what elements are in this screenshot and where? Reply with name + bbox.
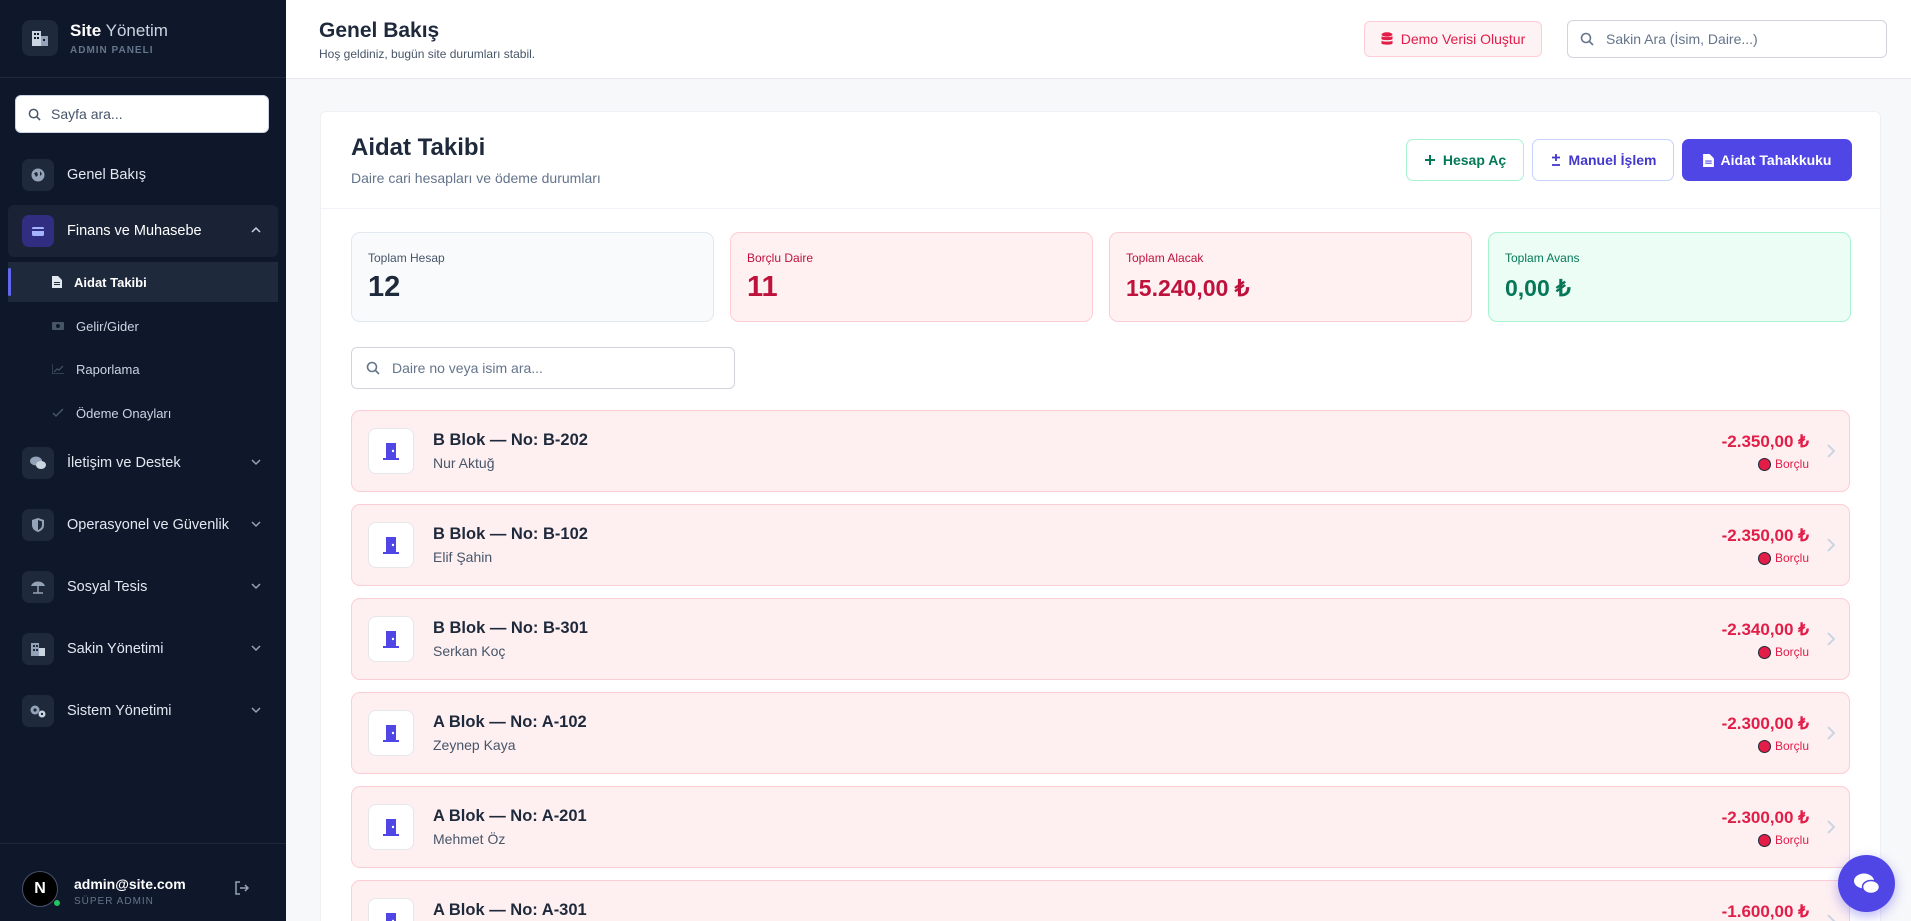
document-icon [1702, 153, 1714, 167]
check-icon [52, 408, 64, 418]
door-icon [368, 898, 414, 921]
user-role: SÜPER ADMIN [74, 896, 154, 907]
stat-total-advance: Toplam Avans 0,00 ₺ [1488, 232, 1851, 322]
brand[interactable]: Site Yönetim ADMIN PANELI [22, 20, 168, 56]
chevron-right-icon [1827, 820, 1836, 834]
resident-search [1567, 20, 1887, 58]
chat-button[interactable] [1838, 855, 1895, 912]
chevron-down-icon [251, 645, 261, 652]
door-icon [368, 804, 414, 850]
stat-total-receivable: Toplam Alacak 15.240,00 ₺ [1109, 232, 1472, 322]
resident-search-input[interactable] [1606, 31, 1876, 47]
door-icon [368, 428, 414, 474]
status-badge: Borçlu [1757, 645, 1809, 659]
sidebar: Site Yönetim ADMIN PANELI Genel Bakış Fi… [0, 0, 286, 921]
shield-icon [22, 509, 54, 541]
brand-subtitle: ADMIN PANELI [70, 44, 154, 56]
user-box: N admin@site.com SÜPER ADMIN [0, 843, 286, 921]
unit-search [351, 347, 735, 389]
chevron-right-icon [1827, 632, 1836, 646]
page-subtitle: Daire cari hesapları ve ödeme durumları [351, 170, 601, 186]
chevron-right-icon [1827, 914, 1836, 921]
sidebar-item-social-facility[interactable]: Sosyal Tesis [8, 561, 278, 613]
status-badge: Borçlu [1757, 551, 1809, 565]
building-icon [22, 633, 54, 665]
stat-total-accounts: Toplam Hesap 12 [351, 232, 714, 322]
sidebar-subitem-dues[interactable]: Aidat Takibi [8, 262, 278, 302]
globe-icon [22, 159, 54, 191]
status-badge: Borçlu [1757, 739, 1809, 753]
sidebar-item-overview[interactable]: Genel Bakış [8, 149, 278, 201]
chevron-right-icon [1827, 444, 1836, 458]
sidebar-item-system[interactable]: Sistem Yönetimi [8, 685, 278, 737]
plus-minus-icon [1551, 154, 1560, 166]
gears-icon [22, 695, 54, 727]
database-icon [1381, 32, 1393, 45]
chart-icon [52, 364, 64, 374]
demo-data-button[interactable]: Demo Verisi Oluştur [1364, 21, 1542, 57]
header-subtitle: Hoş geldiniz, bugün site durumları stabi… [319, 47, 536, 61]
search-icon [1580, 32, 1594, 46]
brand-divider [0, 77, 286, 78]
user-email: admin@site.com [74, 876, 186, 892]
status-badge: Borçlu [1757, 833, 1809, 847]
umbrella-icon [22, 571, 54, 603]
chevron-right-icon [1827, 726, 1836, 740]
dues-accrual-button[interactable]: Aidat Tahakkuku [1682, 139, 1852, 181]
chevron-right-icon [1827, 538, 1836, 552]
plus-icon [1424, 155, 1435, 165]
wallet-icon [22, 215, 54, 247]
money-icon [52, 322, 64, 330]
sidebar-subitem-reports[interactable]: Raporlama [8, 349, 278, 389]
card-divider [321, 208, 1882, 209]
sidebar-item-finance[interactable]: Finans ve Muhasebe [8, 205, 278, 257]
search-icon [28, 108, 41, 121]
stat-debtor-units: Borçlu Daire 11 [730, 232, 1093, 322]
chevron-up-icon [251, 226, 261, 233]
door-icon [368, 522, 414, 568]
sidebar-search [15, 95, 269, 133]
top-header: Genel Bakış Hoş geldiniz, bugün site dur… [286, 0, 1911, 79]
building-logo-icon [22, 20, 58, 56]
account-row[interactable]: A Blok — No: A-102 Zeynep Kaya -2.300,00… [351, 692, 1850, 774]
chevron-down-icon [251, 521, 261, 528]
account-row[interactable]: B Blok — No: B-202 Nur Aktuğ -2.350,00 ₺… [351, 410, 1850, 492]
manual-transaction-button[interactable]: Manuel İşlem [1532, 139, 1674, 181]
dues-card: Aidat Takibi Daire cari hesapları ve öde… [320, 111, 1882, 921]
sidebar-item-residents[interactable]: Sakin Yönetimi [8, 623, 278, 675]
account-row[interactable]: B Blok — No: B-102 Elif Şahin -2.350,00 … [351, 504, 1850, 586]
account-row[interactable]: A Blok — No: A-301 -1.600,00 ₺ [351, 880, 1850, 921]
logout-icon[interactable] [234, 880, 250, 896]
chat-icon [22, 447, 54, 479]
sidebar-item-communication[interactable]: İletişim ve Destek [8, 437, 278, 489]
sidebar-subitem-payment-approvals[interactable]: Ödeme Onayları [8, 393, 278, 433]
account-row[interactable]: A Blok — No: A-201 Mehmet Öz -2.300,00 ₺… [351, 786, 1850, 868]
header-title: Genel Bakış [319, 19, 440, 42]
chevron-down-icon [251, 459, 261, 466]
door-icon [368, 616, 414, 662]
sidebar-search-input[interactable] [51, 106, 251, 122]
door-icon [368, 710, 414, 756]
chevron-down-icon [251, 583, 261, 590]
document-icon [52, 276, 62, 288]
search-icon [366, 361, 380, 375]
status-badge: Borçlu [1757, 457, 1809, 471]
chat-icon [1853, 873, 1880, 894]
sidebar-subitem-income-expense[interactable]: Gelir/Gider [8, 306, 278, 346]
chevron-down-icon [251, 707, 261, 714]
unit-search-input[interactable] [392, 360, 722, 376]
open-account-button[interactable]: Hesap Aç [1406, 139, 1524, 181]
brand-title: Site Yönetim [70, 20, 168, 40]
account-row[interactable]: B Blok — No: B-301 Serkan Koç -2.340,00 … [351, 598, 1850, 680]
online-status-dot [53, 899, 61, 907]
sidebar-item-operations[interactable]: Operasyonel ve Güvenlik [8, 499, 278, 551]
page-title: Aidat Takibi [351, 134, 486, 161]
